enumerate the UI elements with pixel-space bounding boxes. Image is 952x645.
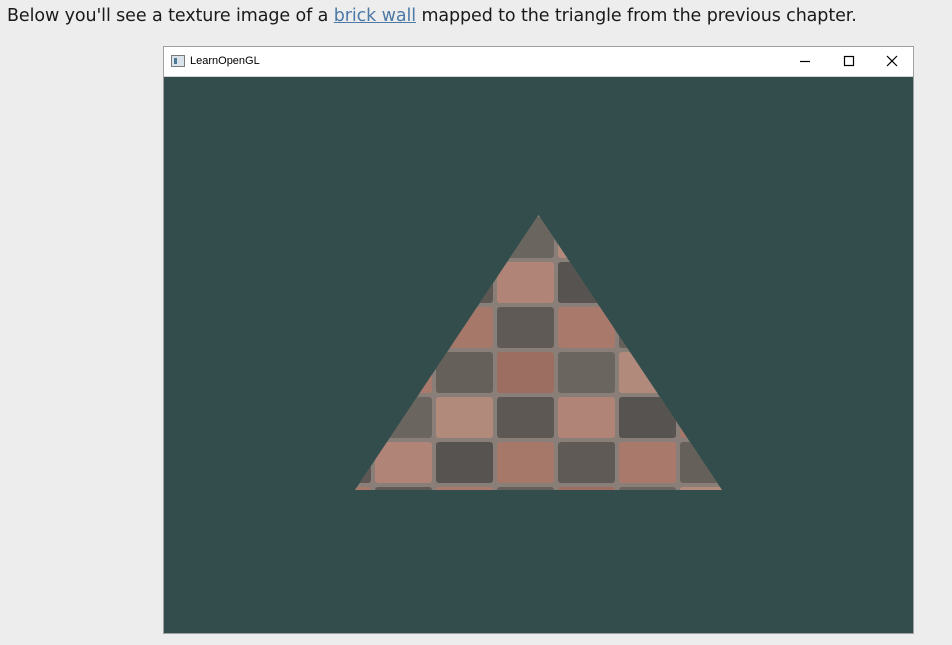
brick-tile [497,397,554,438]
brick-tile [741,217,798,258]
brick-tile [375,217,432,258]
maximize-button[interactable] [827,47,871,76]
intro-text-before: Below you'll see a texture image of a [7,6,334,26]
brick-tile [375,262,432,303]
brick-tile [436,352,493,393]
brick-tile [497,352,554,393]
brick-tile [497,217,554,258]
brick-tile [680,487,722,490]
intro-text-after: mapped to the triangle from the previous… [415,6,857,26]
brick-tile [558,487,615,490]
brick-tile [436,397,493,438]
brick-tile [619,487,676,490]
brick-tile [355,442,371,483]
brick-tile [741,487,798,528]
brick-tile [619,442,676,483]
brick-tile [558,262,615,303]
brick-tile [497,442,554,483]
brick-tile [558,307,615,348]
brick-tile [680,397,722,438]
brick-tile [558,397,615,438]
brick-tile [680,262,722,303]
window-title: LearnOpenGL [190,55,260,67]
brick-tile [355,487,371,490]
textured-triangle-render [355,215,798,528]
brick-tile [355,307,371,348]
brick-tile [558,217,615,258]
brick-tile [436,442,493,483]
brick-tile [436,487,493,490]
brick-tile [619,217,676,258]
brick-tile [375,397,432,438]
close-button[interactable] [870,47,914,76]
brick-tile [741,397,798,438]
brick-tile [355,262,371,303]
app-window: LearnOpenGL [163,46,914,634]
brick-tile [497,487,554,490]
intro-paragraph: Below you'll see a texture image of a br… [7,4,857,28]
brick-tile [558,352,615,393]
maximize-icon [843,55,855,67]
minimize-button[interactable] [783,47,827,76]
brick-tile [355,352,371,393]
window-titlebar[interactable]: LearnOpenGL [164,47,913,77]
opengl-viewport [164,77,913,633]
brick-tile [436,262,493,303]
brick-tile [436,217,493,258]
brick-tile [375,307,432,348]
minimize-icon [800,60,810,63]
brick-tile [375,487,432,490]
brick-wall-link[interactable]: brick wall [334,6,416,26]
brick-tile [741,307,798,348]
textured-triangle [355,215,798,528]
close-icon [886,55,898,67]
brick-tile [680,442,722,483]
brick-tile [619,307,676,348]
brick-tile [497,307,554,348]
brick-tile [619,262,676,303]
brick-tile [558,442,615,483]
brick-tile [741,262,798,303]
brick-tile [355,397,371,438]
brick-tile [741,442,798,483]
brick-tile [680,352,722,393]
brick-tile [680,307,722,348]
brick-tile [375,442,432,483]
brick-tile [375,352,432,393]
brick-tile [619,352,676,393]
brick-tile [680,217,722,258]
brick-tile [741,352,798,393]
window-icon [171,55,185,67]
brick-tile [619,397,676,438]
brick-tile [355,217,371,258]
brick-tile [497,262,554,303]
brick-tile [436,307,493,348]
